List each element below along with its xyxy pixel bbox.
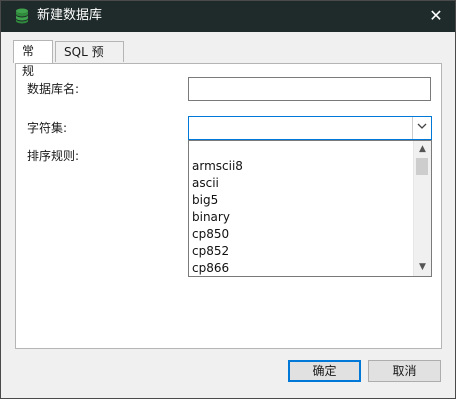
charset-options: armscii8 ascii big5 binary cp850 cp852 cp866	[189, 141, 413, 276]
tab-general[interactable]: 常规	[13, 40, 53, 78]
new-database-dialog: 新建数据库 ✕ 常规 SQL 预览 数据库名: 字符集: 排序规则: armsc…	[0, 0, 456, 399]
tab-bar: 常规 SQL 预览	[13, 40, 443, 79]
db-name-label: 数据库名:	[27, 82, 80, 96]
scroll-thumb[interactable]	[416, 158, 428, 175]
database-icon	[16, 8, 28, 24]
charset-combobox[interactable]	[188, 116, 432, 140]
general-panel: 数据库名: 字符集: 排序规则: armscii8 ascii big5 binary…	[15, 63, 442, 349]
db-name-input[interactable]	[188, 77, 431, 101]
scroll-up-icon[interactable]: ▲	[414, 141, 431, 158]
dropdown-option[interactable]: armscii8	[189, 158, 413, 175]
ok-button[interactable]: 确定	[288, 360, 361, 382]
dropdown-option[interactable]	[189, 141, 413, 158]
dropdown-option[interactable]: ascii	[189, 175, 413, 192]
charset-label: 字符集:	[27, 121, 68, 135]
close-icon: ✕	[429, 6, 443, 25]
dropdown-option[interactable]: cp850	[189, 226, 413, 243]
dropdown-option[interactable]: big5	[189, 192, 413, 209]
window-title: 新建数据库	[37, 8, 103, 23]
chevron-down-icon[interactable]	[412, 117, 431, 139]
scroll-down-icon[interactable]: ▼	[414, 259, 431, 276]
tab-sql-preview[interactable]: SQL 预览	[55, 41, 124, 79]
dropdown-scrollbar[interactable]: ▲ ▼	[413, 141, 431, 276]
charset-dropdown-list[interactable]: armscii8 ascii big5 binary cp850 cp852 cp866 ▲…	[188, 140, 432, 277]
close-button[interactable]: ✕	[425, 5, 447, 27]
dropdown-option[interactable]: cp852	[189, 243, 413, 260]
dropdown-option[interactable]: binary	[189, 209, 413, 226]
collation-label: 排序规则:	[27, 149, 80, 163]
cancel-button[interactable]: 取消	[368, 360, 441, 382]
dropdown-option[interactable]: cp866	[189, 260, 413, 276]
title-bar[interactable]: 新建数据库 ✕	[1, 1, 455, 32]
